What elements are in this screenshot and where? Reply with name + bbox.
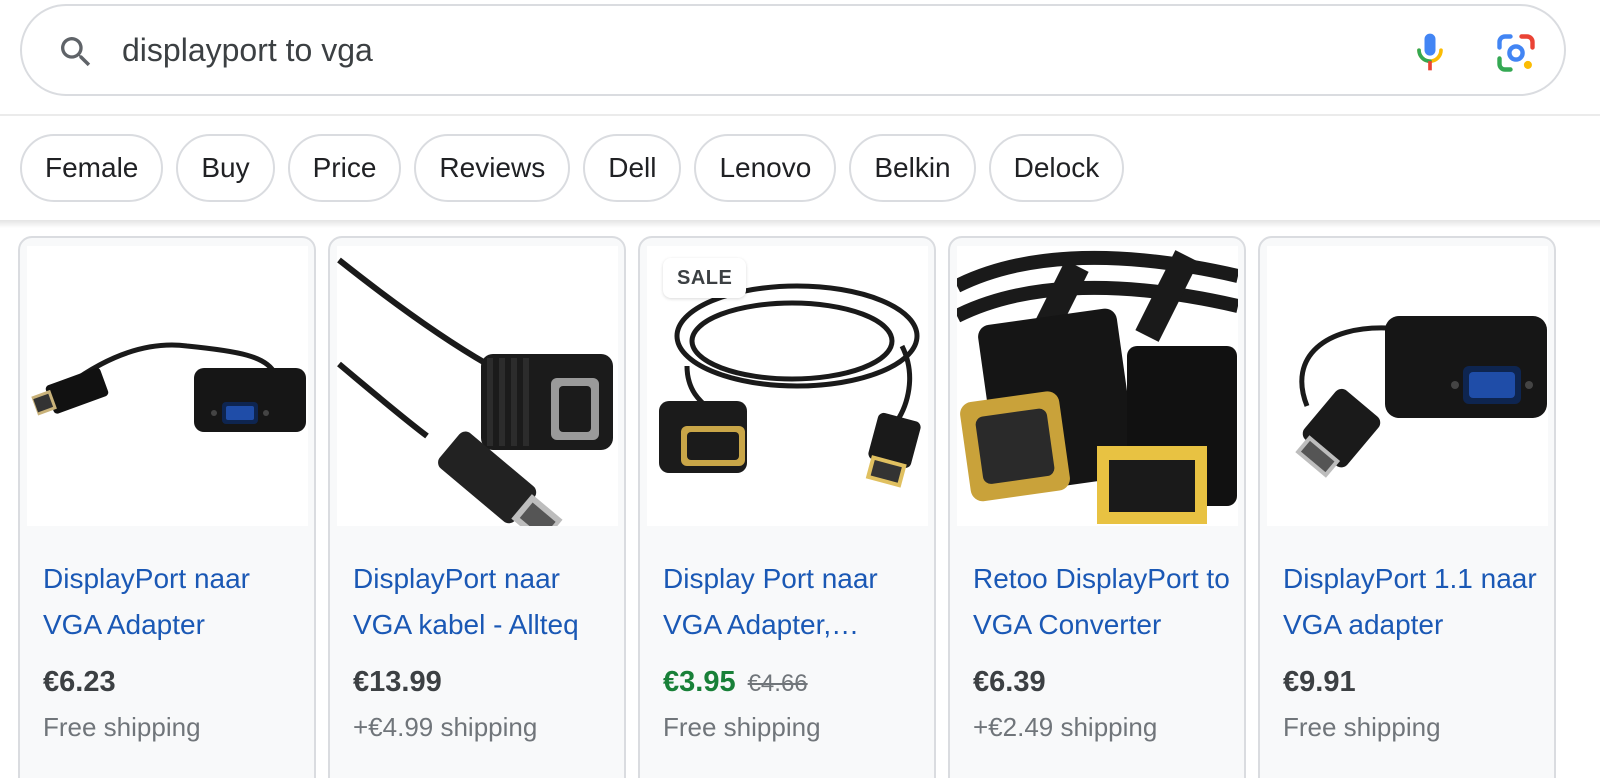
search-input[interactable] (122, 24, 1322, 76)
chip-lenovo[interactable]: Lenovo (694, 134, 837, 202)
product-title[interactable]: Display Port naar VGA Adapter, DisplayPo… (663, 556, 925, 648)
product-shipping: +€4.99 shipping (353, 712, 538, 742)
original-price: €4.66 (747, 670, 808, 697)
chip-reviews[interactable]: Reviews (414, 134, 571, 202)
chip-delock[interactable]: Delock (988, 134, 1125, 202)
product-image[interactable] (957, 246, 1238, 526)
product-price: €6.23 (43, 666, 116, 698)
product-image[interactable]: SALE (647, 246, 928, 526)
product-results: DisplayPort naar VGA Adapter €6.23 Free … (18, 236, 1600, 778)
product-card[interactable]: Retoo DisplayPort to VGA Converter €6.39… (948, 236, 1246, 778)
product-price: €6.39 (973, 666, 1046, 698)
product-title[interactable]: DisplayPort 1.1 naar VGA adapter (1283, 556, 1545, 648)
product-price: €9.91 (1283, 666, 1356, 698)
search-bar[interactable] (20, 4, 1566, 96)
google-lens-icon[interactable] (1494, 31, 1538, 75)
product-shipping: Free shipping (43, 712, 201, 742)
chip-belkin[interactable]: Belkin (849, 134, 976, 202)
header-divider (0, 114, 1600, 116)
product-shipping: +€2.49 shipping (973, 712, 1158, 742)
chips-shadow (0, 220, 1600, 228)
product-image[interactable] (1267, 246, 1548, 526)
product-title[interactable]: DisplayPort naar VGA kabel - Allteq (353, 556, 615, 648)
sale-badge: SALE (663, 258, 747, 298)
product-card[interactable]: DisplayPort naar VGA kabel - Allteq €13.… (328, 236, 626, 778)
product-image[interactable] (27, 246, 308, 526)
product-card[interactable]: DisplayPort 1.1 naar VGA adapter €9.91 F… (1258, 236, 1556, 778)
product-shipping: Free shipping (663, 712, 821, 742)
product-shipping: Free shipping (1283, 712, 1441, 742)
search-icon[interactable] (56, 32, 96, 72)
filter-chips: Female Buy Price Reviews Dell Lenovo Bel… (20, 134, 1125, 204)
chip-female[interactable]: Female (20, 134, 164, 202)
product-image[interactable] (337, 246, 618, 526)
product-title[interactable]: DisplayPort naar VGA Adapter (43, 556, 305, 648)
product-price: €3.95 €4.66 (663, 666, 808, 699)
product-title[interactable]: Retoo DisplayPort to VGA Converter (973, 556, 1235, 648)
product-card[interactable]: DisplayPort naar VGA Adapter €6.23 Free … (18, 236, 316, 778)
microphone-icon[interactable] (1408, 30, 1452, 74)
sale-price: €3.95 (663, 666, 736, 698)
product-card[interactable]: SALE Display Port naar VGA Adapter, Disp… (638, 236, 936, 778)
chip-price[interactable]: Price (287, 134, 402, 202)
product-price: €13.99 (353, 666, 442, 698)
chip-buy[interactable]: Buy (176, 134, 275, 202)
chip-dell[interactable]: Dell (583, 134, 682, 202)
